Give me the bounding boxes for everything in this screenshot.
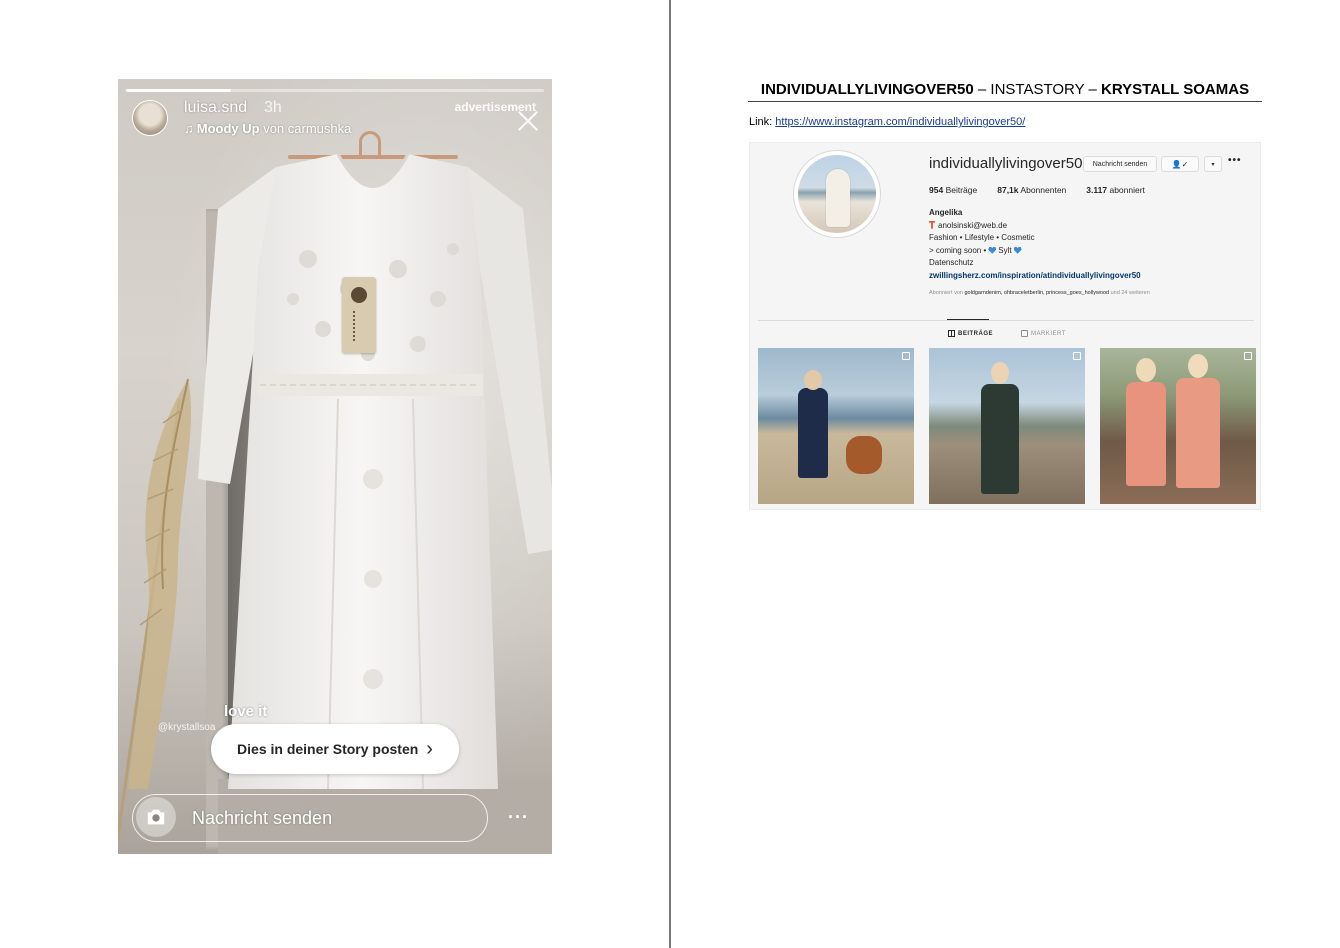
active-tab-indicator [947, 319, 989, 320]
story-timestamp: 3h [264, 99, 282, 116]
music-note-icon: ♫ [184, 121, 194, 136]
stat-posts-value: 954 [929, 185, 944, 195]
profile-bio: Angelika anolsinski@web.de Fashion • Lif… [929, 207, 1141, 283]
post-thumbnail[interactable] [929, 348, 1085, 504]
share-to-story-label: Dies in deiner Story posten [237, 741, 419, 757]
chevron-right-icon: › [426, 737, 433, 760]
stat-followers-label: Abonnenten [1020, 185, 1067, 195]
multiple-posts-icon [1244, 352, 1252, 360]
close-icon[interactable] [516, 109, 540, 133]
post-thumbnail[interactable] [1100, 348, 1256, 504]
title-underline [748, 101, 1262, 102]
stat-followers-value: 87,1k [997, 185, 1019, 195]
tab-posts[interactable]: BEITRÄGE [948, 330, 993, 337]
blue-heart-icon [988, 246, 997, 254]
title-separator: – INSTASTORY – [973, 81, 1102, 98]
story-username[interactable]: luisa.snd [184, 99, 247, 117]
document-title: INDIVIDUALLYLIVINGOVER50 – INSTASTORY – … [748, 81, 1262, 98]
story-avatar[interactable] [132, 100, 168, 136]
post-person-head [991, 362, 1009, 384]
bio-email-line: anolsinski@web.de [929, 220, 1141, 233]
suggestions-dropdown-button[interactable]: ▾ [1204, 156, 1222, 172]
blue-heart-icon [1013, 246, 1022, 254]
story-progress-bar [126, 89, 544, 92]
tab-posts-label: BEITRÄGE [958, 330, 994, 337]
post-person [1126, 382, 1166, 486]
story-music-label[interactable]: ♫ Moody Up von carmushka [184, 121, 351, 136]
stat-following-label: abonniert [1109, 185, 1145, 195]
profile-options-icon[interactable]: ••• [1228, 155, 1242, 166]
stat-following-value: 3.117 [1086, 185, 1108, 195]
stat-posts-label: Beiträge [945, 185, 978, 195]
post-person-head [1188, 354, 1208, 378]
profile-photo [798, 155, 876, 233]
title-person: KRYSTALL SOAMAS [1101, 81, 1250, 98]
stat-following[interactable]: 3.117 abonniert [1086, 185, 1145, 195]
bio-line-categories: Fashion • Lifestyle • Cosmetic [929, 233, 1035, 243]
tagged-icon [1021, 330, 1028, 337]
tie-icon [929, 220, 935, 229]
post-dog [846, 436, 882, 474]
instagram-profile-screenshot: individuallylivingover50 Nachricht sende… [749, 142, 1261, 510]
camera-button[interactable] [136, 797, 176, 837]
followed-by-line[interactable]: Abonniert von goldgarndenim, ohbraceletb… [929, 290, 1150, 296]
followed-by-prefix: Abonniert von [929, 290, 965, 296]
camera-icon [147, 809, 165, 825]
profile-handle: individuallylivingover50 [929, 155, 1083, 172]
post-person [798, 388, 828, 478]
music-artist: von carmushka [263, 121, 352, 136]
tab-tagged-label: MARKIERT [1031, 330, 1066, 337]
more-icon[interactable]: ··· [508, 807, 529, 828]
post-thumbnail[interactable] [758, 348, 914, 504]
bio-name: Angelika [929, 208, 963, 217]
tab-tagged[interactable]: MARKIERT [1021, 330, 1066, 337]
bio-coming-soon-text: > coming soon • [929, 245, 987, 255]
post-person [1176, 378, 1220, 488]
tabs-divider [758, 320, 1254, 321]
following-button[interactable]: 👤✓ [1161, 156, 1199, 172]
followed-by-suffix: und 24 weiteren [1109, 290, 1150, 296]
title-account: INDIVIDUALLYLIVINGOVER50 [760, 81, 974, 98]
send-message-button[interactable]: Nachricht senden [1083, 156, 1157, 172]
price-tag [342, 277, 376, 353]
story-caption: love it [224, 703, 268, 720]
post-person-head [1136, 358, 1156, 382]
instagram-story-screenshot: luisa.snd 3h ♫ Moody Up von carmushka adv… [118, 79, 552, 854]
profile-stats: 954 Beiträge 87,1k Abonnenten 3.117 abon… [929, 185, 1145, 195]
bio-email: anolsinski@web.de [938, 220, 1008, 230]
link-label: Link: [749, 116, 776, 128]
story-mention-sticker[interactable]: @krystallsoa [158, 722, 215, 733]
bio-line-coming-soon: > coming soon • Sylt [929, 245, 1141, 258]
share-to-story-button[interactable]: Dies in deiner Story posten › [211, 724, 459, 774]
link-line: Link: https://www.instagram.com/individu… [749, 116, 1025, 128]
page-divider [669, 0, 671, 948]
bio-sylt-text: Sylt [998, 245, 1012, 255]
music-title: Moody Up [196, 121, 260, 136]
grid-icon [948, 330, 955, 337]
post-person [981, 384, 1019, 494]
followed-by-names: goldgarndenim, ohbraceletberlin, princes… [964, 290, 1110, 296]
multiple-posts-icon [1073, 352, 1081, 360]
story-progress-fill [126, 89, 231, 92]
message-placeholder: Nachricht senden [192, 808, 333, 828]
bio-line-privacy: Datenschutz [929, 258, 974, 268]
stat-posts: 954 Beiträge [929, 185, 977, 195]
bio-website-link[interactable]: zwillingsherz.com/inspiration/atindividu… [929, 270, 1141, 283]
profile-avatar[interactable] [793, 150, 881, 238]
multiple-posts-icon [902, 352, 910, 360]
profile-url-link[interactable]: https://www.instagram.com/individuallyli… [775, 116, 1025, 128]
post-person-head [804, 370, 822, 390]
stat-followers[interactable]: 87,1k Abonnenten [997, 185, 1066, 195]
